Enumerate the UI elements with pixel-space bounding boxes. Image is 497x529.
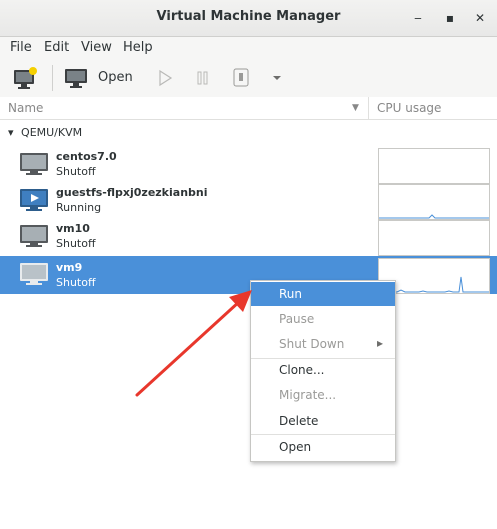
annotation-arrow (135, 290, 252, 397)
